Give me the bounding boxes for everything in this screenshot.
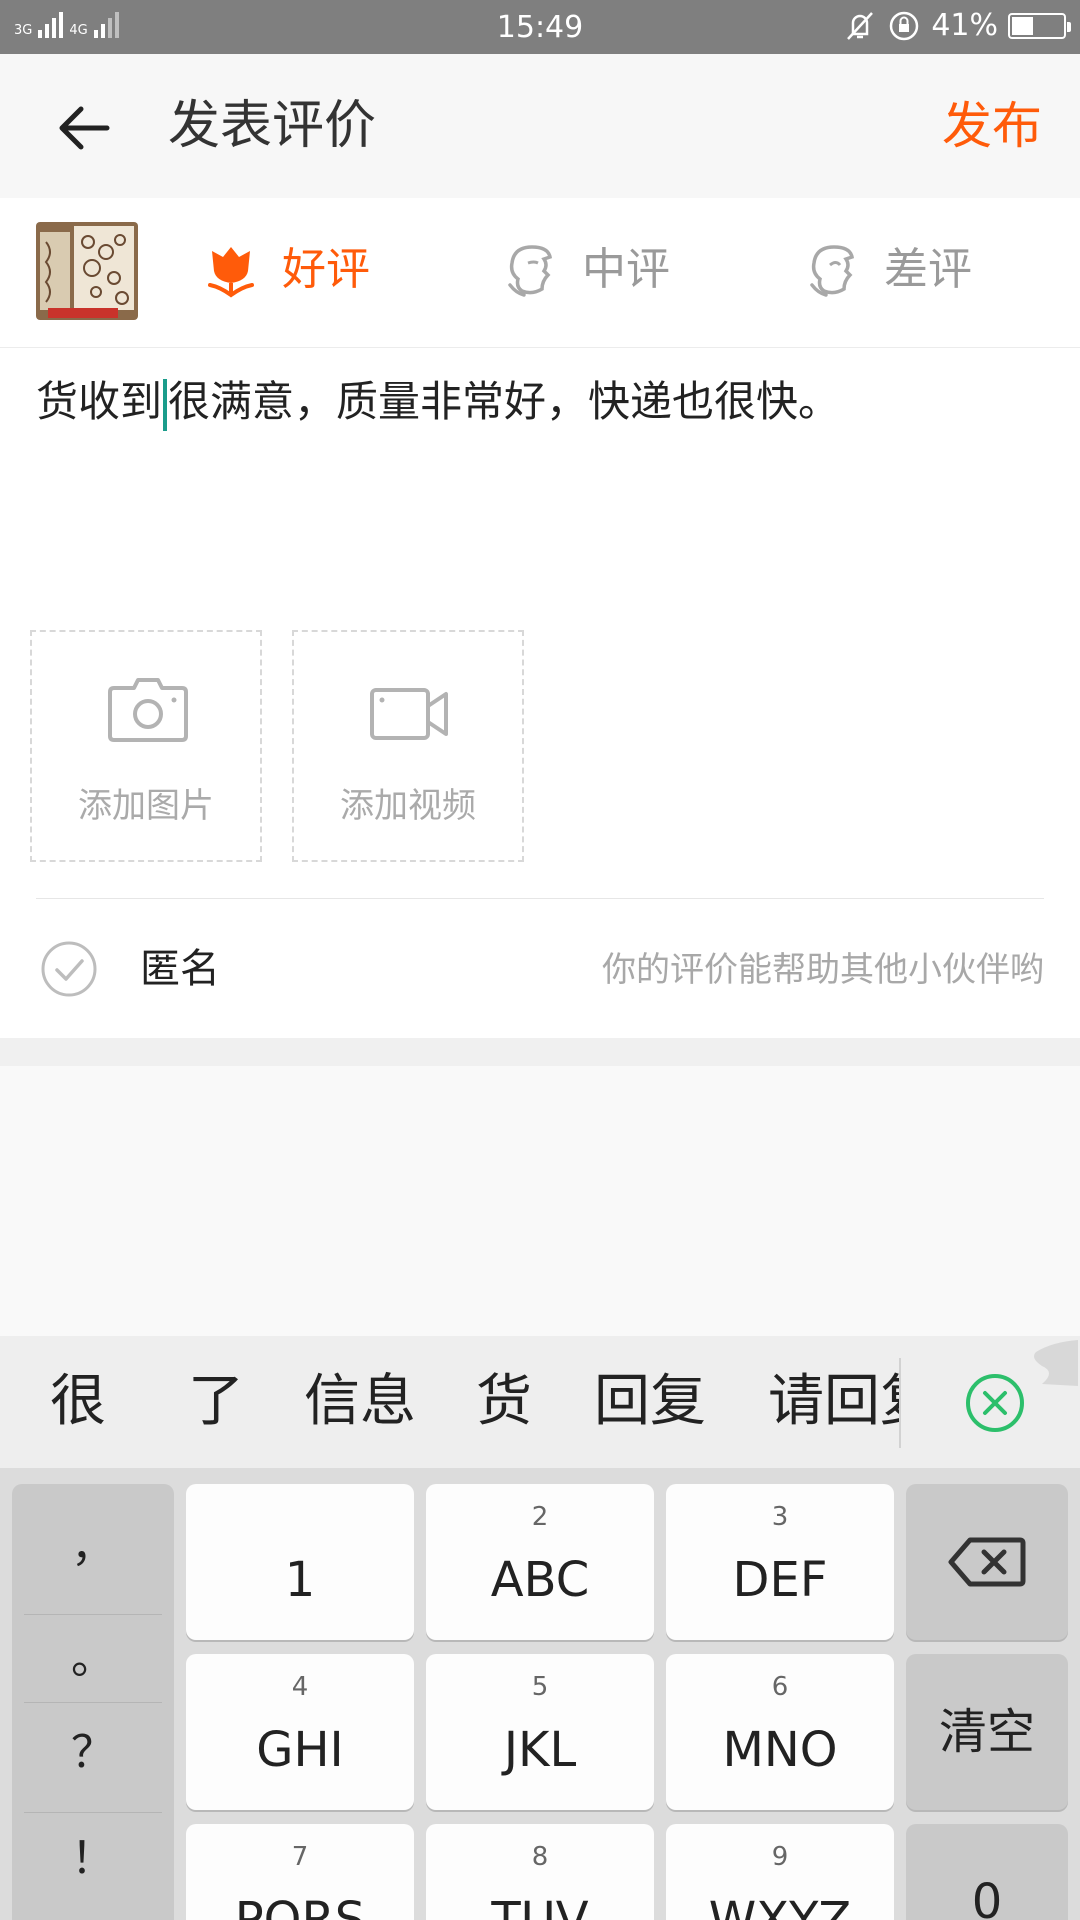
punctuation-key[interactable]: ？ [12,1716,174,1780]
neutral-face-icon [508,245,553,297]
key-7[interactable]: 7 PQRS [186,1824,414,1920]
anonymous-checkbox[interactable] [40,940,98,998]
page-title: 发表评价 [168,96,377,156]
key-label: JKL [503,1722,577,1778]
key-2[interactable]: 2 ABC [426,1484,654,1640]
sad-face-icon [810,245,855,297]
key-number: 9 [771,1842,789,1872]
add-video-button[interactable]: 添加视频 [292,630,524,862]
key-5[interactable]: 5 JKL [426,1654,654,1810]
key-number: 2 [531,1502,549,1532]
battery-percent: 41% [931,8,998,43]
candidate-word[interactable]: 请回复 [768,1366,900,1438]
rating-neutral[interactable]: 中评 [502,238,670,302]
key-8[interactable]: 8 TUV [426,1824,654,1920]
arrow-left-icon [59,106,110,150]
ime-keyboard: ， 。 ？ ！ 1 2 ABC 3 DEF 4 GHI 5 JKL 6 MNO [0,1468,1080,1920]
candidate-word[interactable]: 信息 [304,1366,416,1438]
clear-key-label: 清空 [938,1704,1035,1760]
candidate-separator [899,1358,901,1448]
key-number: 5 [531,1672,549,1702]
punctuation-key[interactable]: 。 [12,1622,174,1686]
key-label: ABC [490,1552,590,1608]
key-label: DEF [732,1552,828,1608]
video-camera-icon [370,688,448,740]
key-label: 0 [971,1874,1003,1920]
rating-bad-label: 差评 [884,244,972,295]
rating-bad[interactable]: 差评 [804,238,972,302]
sogou-logo-icon [1034,1340,1078,1386]
candidate-word[interactable]: 了 [188,1366,244,1438]
camera-icon [108,678,188,742]
candidate-list: 很 了 信息 货 回复 请回复 [0,1336,900,1468]
publish-button[interactable]: 发布 [942,90,1042,162]
flower-icon [208,247,254,298]
punctuation-column: ， 。 ？ ！ [12,1484,174,1920]
back-button[interactable] [52,96,116,160]
candidate-word[interactable]: 货 [476,1366,532,1438]
backspace-icon [948,1537,1026,1587]
app-header: 发表评价 发布 [0,54,1080,198]
section-gap [0,1038,1080,1066]
punctuation-key[interactable]: ！ [12,1822,174,1886]
key-number: 8 [531,1842,549,1872]
candidate-word[interactable]: 很 [50,1366,106,1438]
rating-neutral-label: 中评 [582,244,670,295]
candidate-word[interactable]: 回复 [594,1366,706,1438]
key-label: PQRS [234,1892,366,1920]
key-9[interactable]: 9 WXYZ [666,1824,894,1920]
add-photo-button[interactable]: 添加图片 [30,630,262,862]
divider [24,1812,162,1813]
divider [24,1702,162,1703]
vibrate-icon [843,9,877,43]
key-label: GHI [256,1722,344,1778]
close-circle-icon[interactable] [964,1372,1026,1434]
key-number: 4 [291,1672,309,1702]
review-text-after-cursor: 很满意，质量非常好，快递也很快。 [168,377,841,426]
key-1[interactable]: 1 [186,1484,414,1640]
rotation-lock-icon [887,9,921,43]
key-3[interactable]: 3 DEF [666,1484,894,1640]
battery-icon [1008,12,1071,39]
key-0[interactable]: 0 [906,1824,1068,1920]
key-label: WXYZ [708,1892,852,1920]
product-thumbnail[interactable] [36,222,138,320]
key-4[interactable]: 4 GHI [186,1654,414,1810]
add-photo-label: 添加图片 [78,786,214,826]
key-6[interactable]: 6 MNO [666,1654,894,1810]
divider [36,898,1044,899]
rating-good-label: 好评 [282,244,370,295]
rating-row: 好评 中评 差评 [0,198,1080,348]
blank-area [0,1088,1080,1336]
add-video-label: 添加视频 [340,786,476,826]
status-bar: 3G 4G 15:49 41% [0,0,1080,54]
key-number: 3 [771,1502,789,1532]
text-cursor [163,378,168,431]
backspace-key[interactable] [906,1484,1068,1640]
key-label: TUV [491,1892,589,1920]
review-text-input[interactable]: 货收到 很满意，质量非常好，快递也很快。 [36,374,840,431]
key-number: 7 [291,1842,309,1872]
key-label: MNO [722,1722,838,1778]
key-number: 6 [771,1672,789,1702]
anonymous-label: 匿名 [140,946,220,992]
review-section: 货收到 很满意，质量非常好，快递也很快。 添加图片 添加视频 匿名 你的评价能帮助… [0,348,1080,1038]
punctuation-key[interactable]: ， [12,1510,174,1574]
rating-good[interactable]: 好评 [202,238,370,302]
review-text-before-cursor: 货收到 [36,377,163,426]
status-icons: 41% [843,8,1071,43]
anonymous-hint: 你的评价能帮助其他小伙伴哟 [602,950,1044,990]
clear-key[interactable]: 清空 [906,1654,1068,1810]
ime-candidate-bar: 很 了 信息 货 回复 请回复 [0,1336,1080,1468]
key-label: 1 [284,1552,316,1608]
divider [24,1614,162,1615]
